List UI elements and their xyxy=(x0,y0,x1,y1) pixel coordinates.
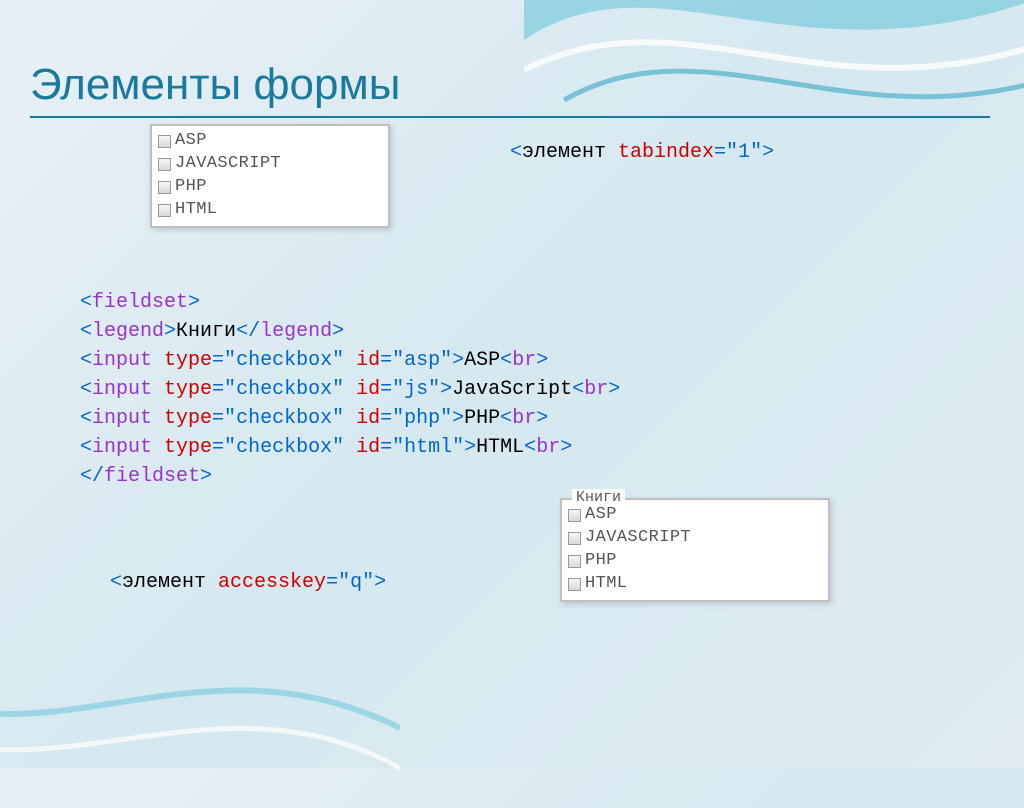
code-fieldset: <fieldset> <legend>Книги</legend> <input… xyxy=(80,288,620,491)
listbox-checkboxes: ASP JavaScript PHP HTML xyxy=(150,124,390,228)
checkbox-icon xyxy=(158,181,171,194)
checkbox-icon xyxy=(158,158,171,171)
code-tabindex: <элемент tabindex="1"> xyxy=(510,138,774,167)
code-input-line: <input type="checkbox" id="js">JavaScrip… xyxy=(80,375,620,404)
list-item: JavaScript xyxy=(568,527,822,550)
fieldset-rendered: Книги ASP JavaScript PHP HTML xyxy=(560,498,830,602)
checkbox-icon xyxy=(568,578,581,591)
code-input-line: <input type="checkbox" id="php">PHP<br> xyxy=(80,404,620,433)
fieldset-legend: Книги xyxy=(572,489,625,506)
checkbox-icon xyxy=(568,509,581,522)
checkbox-icon xyxy=(568,555,581,568)
checkbox-icon xyxy=(158,135,171,148)
checkbox-icon xyxy=(158,204,171,217)
list-item: PHP xyxy=(158,176,382,199)
list-item: PHP xyxy=(568,550,822,573)
decorative-wave-bottom xyxy=(0,608,400,808)
code-input-line: <input type="checkbox" id="asp">ASP<br> xyxy=(80,346,620,375)
list-item: ASP xyxy=(568,504,822,527)
list-item: JavaScript xyxy=(158,153,382,176)
slide-title: Элементы формы xyxy=(30,60,994,114)
checkbox-icon xyxy=(568,532,581,545)
list-item: HTML xyxy=(568,573,822,596)
code-input-line: <input type="checkbox" id="html">HTML<br… xyxy=(80,433,620,462)
list-item: HTML xyxy=(158,199,382,222)
list-item: ASP xyxy=(158,130,382,153)
code-accesskey: <элемент accesskey="q"> xyxy=(110,568,386,597)
